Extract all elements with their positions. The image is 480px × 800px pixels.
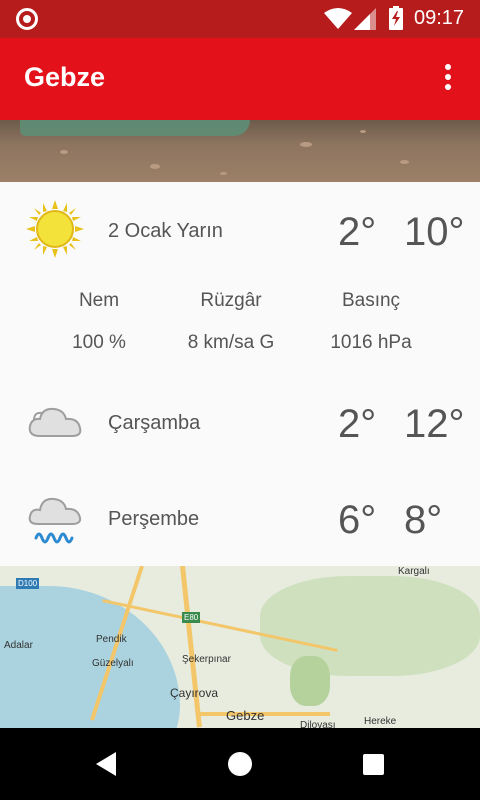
forecast-day-label: Çarşamba [108,412,201,434]
map-place-label: Şekerpınar [182,654,231,665]
map-place-label: Hereke [364,716,397,727]
forecast-row[interactable]: Perşembe 6° 8° [0,470,480,566]
map-road-shield: D100 [16,578,40,589]
today-details: Nem 100 % Rüzgâr 8 km/sa G Basınç 1016 h… [0,290,480,380]
weather-card: 2 Ocak Yarın 2° 10° Nem 100 % Rüzgâr 8 k… [0,182,480,566]
map-place-label: Çayırova [170,686,219,700]
wind-label: Rüzgâr [200,290,262,311]
page-title: Gebze [24,62,106,92]
wind-value: 8 km/sa G [187,332,275,353]
location-photo [0,120,480,182]
map-road [180,566,202,728]
pressure-label: Basınç [341,290,401,311]
humidity-value: 100 % [72,332,126,353]
navigation-bar [0,728,480,800]
battery-charging-icon [389,6,403,30]
wind-column: Rüzgâr 8 km/sa G [156,290,306,354]
humidity-label: Nem [78,290,120,311]
map-road [200,712,330,716]
recents-icon[interactable] [363,754,384,775]
today-high-temp: 10° [404,210,465,254]
back-icon[interactable] [96,752,116,776]
map-sea [0,586,180,728]
forecast-row[interactable]: Çarşamba 2° 12° [0,374,480,470]
pressure-value: 1016 hPa [330,332,412,353]
map-place-label: Güzelyalı [92,658,134,669]
forecast-day-label: Perşembe [108,508,200,530]
map-place-label: Adalar [4,640,33,651]
forecast-high-temp: 12° [404,402,465,446]
sun-icon [26,200,84,258]
location-map[interactable]: D100 Kargalı E80 Adalar Pendik Güzelyalı… [0,566,480,728]
map-green-area [260,576,480,676]
status-time: 09:17 [414,7,465,29]
status-bar: 09:17 [0,0,480,38]
home-icon[interactable] [228,752,252,776]
map-place-label: Gebze [226,708,265,723]
rain-cloud-icon [28,497,82,544]
map-road-shield: E80 [182,612,201,623]
map-place-label: Pendik [96,634,127,645]
app-bar: Gebze [0,38,480,120]
pressure-column: Basınç 1016 hPa [296,290,446,354]
humidity-column: Nem 100 % [24,290,174,354]
map-green-area [290,656,330,706]
today-low-temp: 2° [338,210,377,254]
forecast-low-temp: 2° [338,402,377,446]
wifi-icon [324,8,352,29]
forecast-low-temp: 6° [338,498,377,542]
signal-icon [354,8,376,30]
forecast-high-temp: 8° [404,498,443,542]
today-day-label: 2 Ocak Yarın [108,220,223,242]
map-place-label: Kargalı [398,566,430,577]
map-place-label: Dilovası [300,720,336,728]
overflow-menu-icon[interactable] [438,64,458,94]
today-row[interactable]: 2 Ocak Yarın 2° 10° [0,182,480,278]
cloud-icon [28,407,82,437]
record-icon [16,8,38,30]
